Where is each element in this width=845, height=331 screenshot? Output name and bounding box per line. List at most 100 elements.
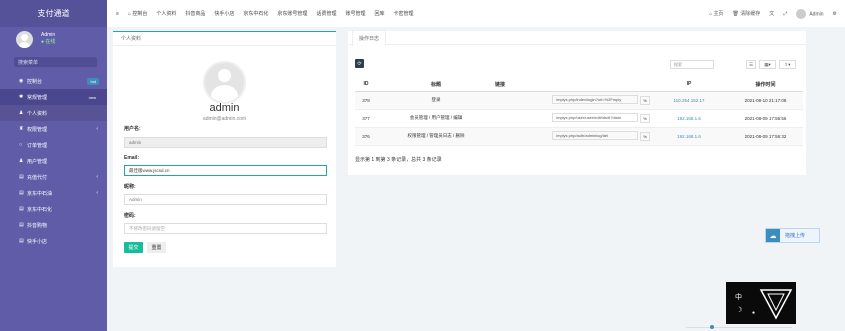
row-id: 376 [355, 127, 377, 146]
password-field[interactable]: 不修改密码请留空 [124, 223, 327, 234]
sidebar: 支付通道 Admin ● 在线 搜索菜单 ◉ 控制台 hot ✱ 常规管理 new ♟ 个… [0, 0, 107, 331]
language-icon[interactable]: 文 [769, 10, 774, 17]
menu-toggle-icon[interactable]: ≡ [116, 11, 119, 17]
user-panel: Admin ● 在线 [0, 27, 107, 51]
profile-avatar[interactable] [203, 61, 246, 104]
link-icon[interactable]: % [640, 131, 650, 141]
cloud-upload-icon: ☁ [766, 229, 780, 242]
row-ip[interactable]: 192.168.1.6 [650, 127, 728, 146]
sidebar-item-kuaishou[interactable]: ▤ 快手小店 [0, 233, 107, 249]
topnav-return[interactable]: 回库 [374, 10, 384, 17]
email-field[interactable]: 最佳版www.jscsd.cn [124, 165, 327, 176]
list-icon: ▤ [19, 206, 24, 212]
list-icon: ▤ [19, 222, 24, 228]
floating-widget[interactable]: 中 ☽ ● [726, 282, 796, 324]
sidebar-item-jd-sinopec[interactable]: ▤ 京东中石化 [0, 201, 107, 217]
topnav-dashboard[interactable]: ⌂ 控制台 [128, 10, 147, 17]
row-url[interactable]: /mpiys.php/user/user/edit/ids/6?dialo [552, 113, 638, 123]
status-dot-icon [710, 325, 714, 329]
row-title: 权限管理 / 管理员日志 / 删除 [377, 127, 495, 146]
row-time: 2021-08-09 17:56:32 [728, 127, 803, 146]
chevron-left-icon: ‹ [96, 126, 98, 132]
col-title[interactable]: 标题 [377, 78, 495, 92]
row-url[interactable]: /mpiys.php/auth/adminlog/del [552, 131, 638, 141]
export-button[interactable]: ⇪▾ [779, 60, 796, 69]
table-row[interactable]: 376 权限管理 / 管理员日志 / 删除 /mpiys.php/auth/ad… [355, 127, 803, 146]
col-time[interactable]: 操作时间 [728, 78, 803, 92]
toggle-view-button[interactable]: ☰ [746, 60, 756, 69]
divider [686, 327, 792, 328]
log-search-input[interactable]: 搜索 [670, 60, 714, 69]
sidebar-item-orders[interactable]: ○ 订单管理 [0, 137, 107, 153]
col-id[interactable]: ID [355, 78, 377, 92]
widget-text: 中 [735, 294, 742, 301]
avatar [796, 8, 807, 19]
col-ip[interactable]: IP [650, 78, 728, 92]
settings-gear-icon[interactable]: ⚙ [833, 11, 837, 17]
email-label: Email: [124, 155, 140, 161]
topbar-right: ⌂ 主页 🗑 清除缓存 文 ⤢ Admin ⚙ [709, 0, 837, 27]
row-url[interactable]: /mpiys.php/index/login?url=%2Fmpiy [552, 95, 638, 105]
sidebar-item-general[interactable]: ✱ 常规管理 new [0, 89, 107, 105]
chevron-left-icon: ‹ [96, 174, 98, 180]
clear-cache-button[interactable]: 🗑 清除缓存 [733, 10, 761, 17]
fullscreen-icon[interactable]: ⤢ [783, 11, 787, 17]
username-field: admin [124, 137, 327, 148]
topnav-cards[interactable]: 卡密管理 [393, 10, 413, 17]
user-icon: ♟ [19, 158, 24, 164]
sidebar-item-profile[interactable]: ♟ 个人资料 [0, 105, 107, 121]
row-ip[interactable]: 192.168.1.6 [650, 109, 728, 128]
profile-email: admin@admin.com [202, 116, 247, 122]
reset-button[interactable]: 重置 [147, 242, 166, 253]
user-status: ● 在线 [41, 39, 56, 45]
admin-user-menu[interactable]: Admin [796, 8, 824, 19]
user-name: Admin [41, 32, 56, 38]
topnav-douyin[interactable]: 抖音商品 [185, 10, 205, 17]
sidebar-item-auth[interactable]: ♜ 权限管理 ‹ [0, 121, 107, 137]
circle-icon: ○ [19, 142, 23, 148]
sidebar-item-dashboard[interactable]: ◉ 控制台 hot [0, 73, 107, 89]
sidebar-item-jd-sinopec-oil[interactable]: ▤ 京东中石油 ‹ [0, 185, 107, 201]
list-icon: ▤ [19, 190, 24, 196]
link-icon[interactable]: % [640, 95, 650, 105]
table-row[interactable]: 377 会员管理 / 用户管理 / 编辑 /mpiys.php/user/use… [355, 109, 803, 128]
sidebar-item-users[interactable]: ♟ 用户管理 [0, 153, 107, 169]
dot-icon: ● [752, 310, 756, 316]
topnav-accounts[interactable]: 账号管理 [345, 10, 365, 17]
tab-operation-log[interactable]: 操作日志 [352, 29, 387, 46]
columns-button[interactable]: ▦▾ [759, 60, 776, 69]
drag-upload-button[interactable]: ☁ 拖拽上传 [765, 228, 820, 243]
refresh-button[interactable]: ⟳ [355, 59, 364, 68]
group-icon: ♜ [19, 126, 24, 132]
nickname-field[interactable]: Admin [124, 194, 327, 205]
brand-logo[interactable]: 支付通道 [0, 0, 107, 27]
topnav-phone-bill[interactable]: 话费管理 [316, 10, 336, 17]
list-icon: ▤ [19, 174, 24, 180]
topnav-jd-accounts[interactable]: 京东账号管理 [277, 10, 307, 17]
row-ip[interactable]: 110.254.152.17 [650, 91, 728, 110]
log-table: ID 标题 链接 IP 操作时间 378 登录 /mpiys.php/index… [355, 78, 803, 146]
profile-panel-title: 个人资料 [113, 32, 336, 46]
topnav-kuaishou[interactable]: 快手小店 [214, 10, 234, 17]
dashboard-icon: ◉ [19, 78, 24, 84]
submit-button[interactable]: 提交 [124, 242, 143, 253]
topnav-profile[interactable]: 个人资料 [156, 10, 176, 17]
avatar [16, 30, 33, 48]
profile-panel: 个人资料 admin admin@admin.com 用户名: admin Em… [113, 31, 336, 267]
col-url[interactable]: 链接 [495, 78, 650, 92]
sidebar-item-douyin[interactable]: ▤ 抖音购物 [0, 217, 107, 233]
username-label: 用户名: [124, 126, 141, 132]
pagination-info: 显示第 1 到第 3 条记录，总共 3 条记录 [355, 157, 442, 163]
row-time: 2021-08-10 21:17:08 [728, 91, 803, 110]
row-title: 登录 [377, 91, 495, 110]
sidebar-search-input[interactable]: 搜索菜单 [14, 57, 97, 67]
new-badge: new [85, 93, 99, 101]
row-time: 2021-08-09 17:56:56 [728, 109, 803, 128]
table-row[interactable]: 378 登录 /mpiys.php/index/login?url=%2Fmpi… [355, 91, 803, 110]
topnav-jd-sinopec[interactable]: 京东中石化 [243, 10, 268, 17]
chevron-left-icon: ‹ [96, 190, 98, 196]
top-navbar: ≡ ⌂ 控制台 个人资料 抖音商品 快手小店 京东中石化 京东账号管理 话费管理… [107, 0, 845, 27]
link-icon[interactable]: % [640, 113, 650, 123]
sidebar-item-recharge[interactable]: ▤ 充值代付 ‹ [0, 169, 107, 185]
home-link[interactable]: ⌂ 主页 [709, 10, 723, 17]
